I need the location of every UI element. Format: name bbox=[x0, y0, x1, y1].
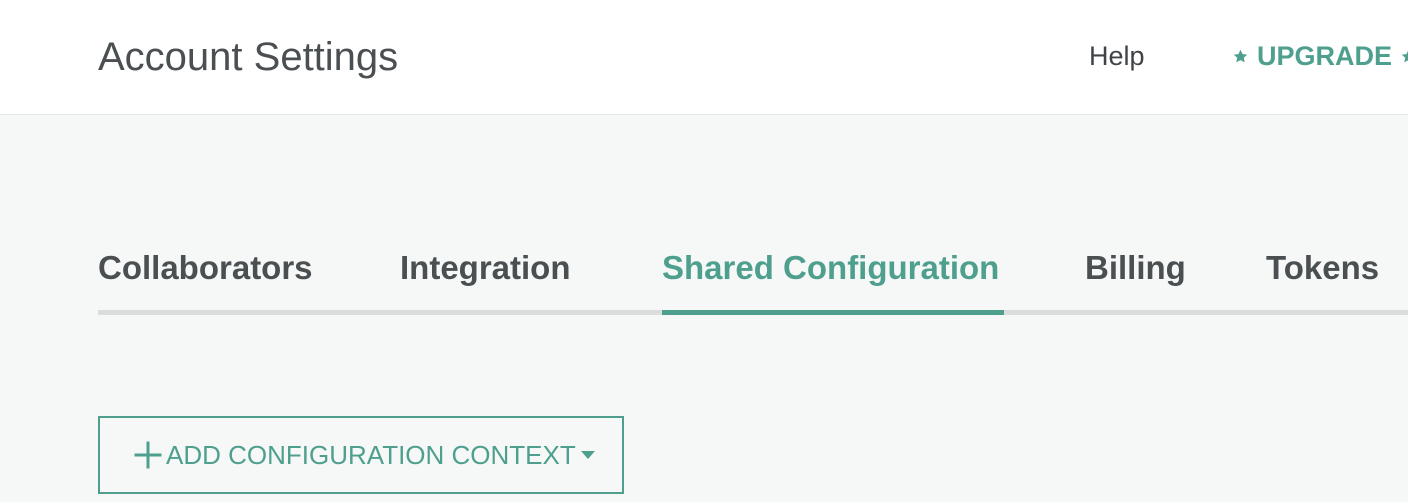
settings-tabs: Collaborators Integration Shared Configu… bbox=[98, 244, 1408, 316]
tab-integration[interactable]: Integration bbox=[400, 244, 571, 315]
star-icon bbox=[1401, 50, 1408, 62]
tab-collaborators[interactable]: Collaborators bbox=[98, 244, 313, 315]
upgrade-link[interactable]: UPGRADE bbox=[1232, 38, 1408, 74]
tab-billing[interactable]: Billing bbox=[1085, 244, 1186, 315]
page-title: Account Settings bbox=[98, 35, 399, 79]
tab-tokens[interactable]: Tokens bbox=[1266, 244, 1379, 315]
plus-icon bbox=[134, 441, 162, 469]
star-icon bbox=[1233, 49, 1248, 62]
caret-down-icon bbox=[580, 451, 595, 459]
upgrade-label: UPGRADE bbox=[1257, 41, 1393, 71]
tab-shared-configuration[interactable]: Shared Configuration bbox=[662, 244, 1004, 315]
add-configuration-context-label: ADD CONFIGURATION CONTEXT bbox=[166, 439, 576, 470]
top-header: Account Settings Help UPGRADE bbox=[0, 0, 1408, 115]
help-link[interactable]: Help bbox=[1089, 40, 1145, 72]
add-configuration-context-button[interactable]: ADD CONFIGURATION CONTEXT bbox=[98, 416, 624, 494]
